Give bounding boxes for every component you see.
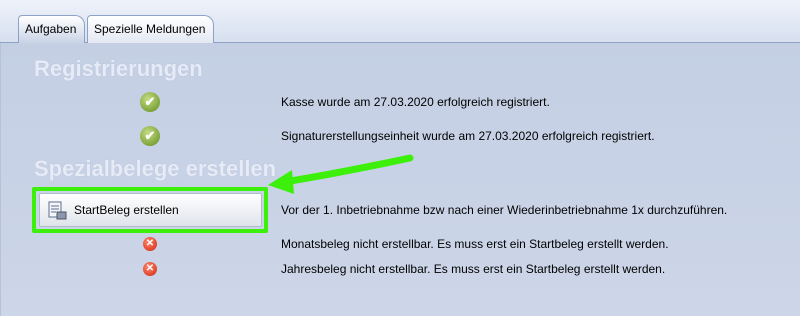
error-icon: ✕ (143, 262, 157, 276)
tab-active-connector (19, 42, 84, 44)
error-glyph: ✕ (145, 263, 155, 274)
error-icon: ✕ (143, 237, 157, 251)
tab-strip: Spezielle Meldungen Aufgaben (0, 0, 800, 44)
check-icon: ✔ (140, 126, 160, 146)
tab-aufgaben-label: Aufgaben (25, 22, 77, 36)
annotation-arrow-icon (268, 154, 414, 194)
registration-status-kasse: Kasse wurde am 27.03.2020 erfolgreich re… (281, 95, 550, 109)
tab-spezielle-meldungen-label: Spezielle Meldungen (94, 22, 206, 36)
startbeleg-description: Vor der 1. Inbetriebnahme bzw nach einer… (281, 203, 728, 217)
registration-status-signatur: Signaturerstellungseinheit wurde am 27.0… (281, 129, 655, 143)
jahresbeleg-status: Jahresbeleg nicht erstellbar. Es muss er… (281, 262, 666, 276)
check-glyph: ✔ (144, 128, 156, 143)
error-glyph: ✕ (145, 238, 155, 249)
document-icon (48, 201, 67, 220)
tab-aufgaben[interactable]: Aufgaben (18, 15, 85, 43)
startbeleg-button-label: StartBeleg erstellen (74, 203, 179, 217)
section-title-registrierungen: Registrierungen (34, 56, 203, 81)
check-icon: ✔ (140, 92, 160, 112)
monatsbeleg-status: Monatsbeleg nicht erstellbar. Es muss er… (281, 237, 669, 251)
section-title-spezialbelege: Spezialbelege erstellen (34, 156, 277, 181)
check-glyph: ✔ (144, 94, 156, 109)
tab-spezielle-meldungen[interactable]: Spezielle Meldungen (87, 15, 214, 43)
startbeleg-erstellen-button[interactable]: StartBeleg erstellen (39, 193, 262, 227)
